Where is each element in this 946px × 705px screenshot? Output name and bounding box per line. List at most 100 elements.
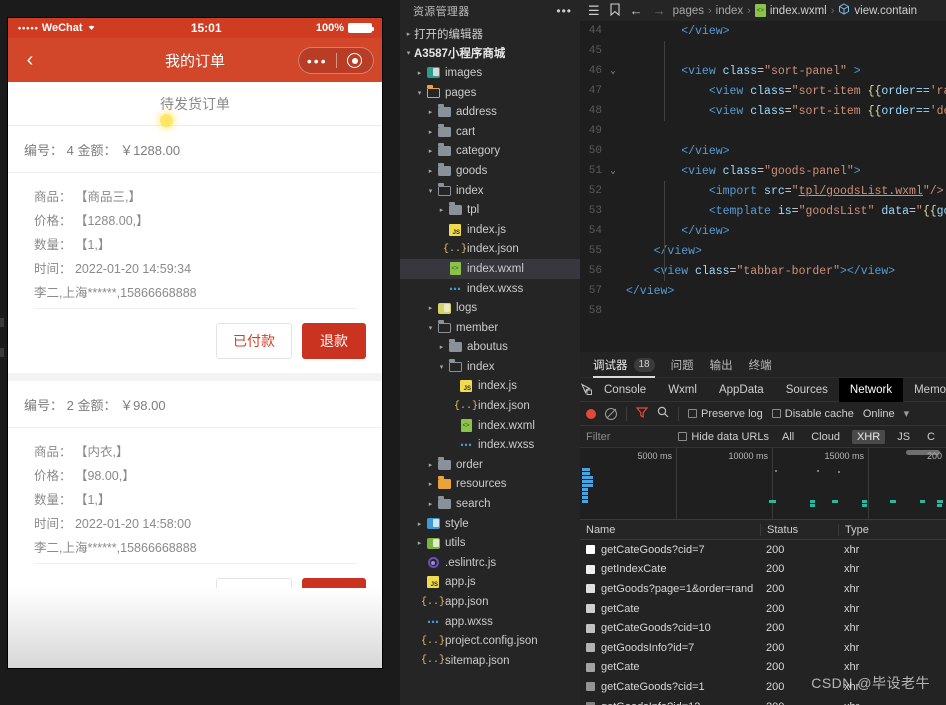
- more-dots-icon[interactable]: •••: [299, 54, 336, 68]
- chip-js[interactable]: JS: [892, 430, 915, 444]
- code-line[interactable]: 48 <view class="sort-item {{order=='desc…: [580, 101, 946, 121]
- chip-all[interactable]: All: [777, 430, 799, 444]
- tree-item-index.wxss[interactable]: ⋯ index.wxss: [400, 279, 580, 299]
- tree-item-order[interactable]: ▸ order: [400, 455, 580, 475]
- chevron-down-icon[interactable]: ▾: [414, 89, 425, 97]
- file-tree[interactable]: ▸ 打开的编辑器 ▾ A3587小程序商城 ▸ images ▾ pages ▸ address ▸…: [400, 22, 580, 671]
- chevron-right-icon[interactable]: ▸: [425, 480, 436, 488]
- tree-item-search[interactable]: ▸ search: [400, 494, 580, 514]
- tree-item-index.json[interactable]: {..} index.json: [400, 240, 580, 260]
- tree-item-index.wxss[interactable]: ⋯ index.wxss: [400, 435, 580, 455]
- tab-appdata[interactable]: AppData: [708, 378, 775, 402]
- fold-chevron-icon[interactable]: ⌄: [606, 166, 620, 176]
- code-line[interactable]: 45: [580, 41, 946, 61]
- network-request-row[interactable]: getCateGoods?cid=1 200 xhr: [580, 677, 946, 697]
- breadcrumb-symbol[interactable]: view.contain: [854, 5, 917, 17]
- breadcrumb[interactable]: ☰ ← → pages › index › <> index.wxml › vi…: [580, 0, 946, 21]
- chip-xhr[interactable]: XHR: [851, 429, 886, 444]
- tree-item-index.wxml[interactable]: <> index.wxml: [400, 259, 580, 279]
- breadcrumb-pages[interactable]: pages: [673, 5, 704, 17]
- code-line[interactable]: 49: [580, 121, 946, 141]
- tree-item-tpl[interactable]: ▸ tpl: [400, 200, 580, 220]
- chevron-down-icon[interactable]: ▾: [425, 324, 436, 332]
- column-name[interactable]: Name: [580, 524, 760, 536]
- network-timeline[interactable]: 5000 ms 10000 ms 15000 ms 200: [580, 448, 946, 520]
- tree-item-address[interactable]: ▸ address: [400, 102, 580, 122]
- chevron-right-icon[interactable]: ▸: [436, 206, 447, 214]
- network-request-row[interactable]: getGoodsInfo?id=7 200 xhr: [580, 638, 946, 658]
- code-line[interactable]: 58: [580, 301, 946, 321]
- tree-item-aboutus[interactable]: ▸ aboutus: [400, 338, 580, 358]
- chevron-right-icon[interactable]: ▸: [425, 147, 436, 155]
- close-target-icon[interactable]: [337, 53, 374, 68]
- back-icon[interactable]: ‹: [8, 38, 52, 82]
- tree-item-logs[interactable]: ▸ logs: [400, 298, 580, 318]
- tree-item-project.config.json[interactable]: {..} project.config.json: [400, 631, 580, 651]
- code-line[interactable]: 46 ⌄ <view class="sort-panel" >: [580, 61, 946, 81]
- panel-tab-调试器[interactable]: 调试器 18: [593, 352, 655, 378]
- chevron-down-icon[interactable]: ▾: [425, 187, 436, 195]
- column-status[interactable]: Status: [760, 523, 838, 536]
- order-card[interactable]: 编号： 4 金额： ￥1288.00 商品： 【商品三,】 价格： 【1288.…: [8, 114, 382, 373]
- refund-button[interactable]: 退款: [302, 323, 366, 359]
- chevron-right-icon[interactable]: ▸: [414, 520, 425, 528]
- breadcrumb-file[interactable]: index.wxml: [770, 5, 827, 17]
- tab-console[interactable]: Console: [593, 378, 657, 402]
- panel-tab-bar[interactable]: 调试器 18 问题 输出 终端: [580, 352, 946, 378]
- resource-type-chips[interactable]: All Cloud XHR JS C: [777, 429, 940, 444]
- tree-item-index.wxml[interactable]: <> index.wxml: [400, 416, 580, 436]
- chip-c[interactable]: C: [922, 430, 940, 444]
- network-filter-bar[interactable]: Filter Hide data URLs All Cloud XHR JS C: [580, 426, 946, 448]
- devtools-tab-bar[interactable]: ConsoleWxmlAppDataSourcesNetworkMemory: [580, 377, 946, 402]
- tree-item-member[interactable]: ▾ member: [400, 318, 580, 338]
- hide-data-urls-checkbox[interactable]: Hide data URLs: [678, 431, 769, 443]
- search-icon[interactable]: [657, 406, 669, 421]
- capsule-button[interactable]: •••: [298, 47, 374, 74]
- nav-back-icon[interactable]: ←: [627, 3, 646, 18]
- network-toolbar[interactable]: Preserve log Disable cache Online ▾: [580, 402, 946, 426]
- column-type[interactable]: Type: [838, 523, 946, 536]
- network-request-list[interactable]: getCateGoods?cid=7 200 xhr getIndexCate 200 x…: [580, 540, 946, 705]
- disable-cache-checkbox[interactable]: Disable cache: [771, 408, 854, 420]
- network-request-row[interactable]: getGoods?page=1&order=rand 200 xhr: [580, 579, 946, 599]
- code-line[interactable]: 47 <view class="sort-item {{order=='rand…: [580, 81, 946, 101]
- filter-input[interactable]: Filter: [586, 431, 670, 443]
- bookmark-icon[interactable]: [607, 2, 623, 19]
- more-actions-icon[interactable]: •••: [556, 4, 572, 18]
- panel-tab-终端[interactable]: 终端: [749, 352, 772, 378]
- network-request-row[interactable]: getIndexCate 200 xhr: [580, 560, 946, 580]
- code-line[interactable]: 51 ⌄ <view class="goods-panel">: [580, 161, 946, 181]
- clear-button[interactable]: [605, 407, 617, 420]
- record-button[interactable]: [586, 408, 596, 419]
- network-request-row[interactable]: getCate 200 xhr: [580, 599, 946, 619]
- chip-cloud[interactable]: Cloud: [806, 430, 845, 444]
- tab-network[interactable]: Network: [838, 377, 904, 402]
- chevron-down-icon[interactable]: ▾: [436, 363, 447, 371]
- panel-tab-问题[interactable]: 问题: [671, 352, 694, 378]
- code-line[interactable]: 44 </view>: [580, 21, 946, 41]
- menu-icon[interactable]: ☰: [585, 3, 603, 19]
- code-line[interactable]: 55 </view>: [580, 241, 946, 261]
- nav-forward-icon[interactable]: →: [650, 3, 669, 18]
- tree-item-goods[interactable]: ▸ goods: [400, 161, 580, 181]
- filter-icon[interactable]: [635, 406, 649, 421]
- preserve-log-checkbox[interactable]: Preserve log: [688, 408, 763, 420]
- chevron-right-icon[interactable]: ▸: [425, 500, 436, 508]
- tree-item-app.wxss[interactable]: ⋯ app.wxss: [400, 612, 580, 632]
- throttling-select[interactable]: Online: [863, 408, 895, 420]
- tab-sources[interactable]: Sources: [775, 378, 839, 402]
- paid-button[interactable]: 已付款: [216, 323, 292, 359]
- network-request-row[interactable]: getCate 200 xhr: [580, 658, 946, 678]
- tree-item-index.json[interactable]: {..} index.json: [400, 396, 580, 416]
- chevron-right-icon[interactable]: ▸: [436, 343, 447, 351]
- tree-item-app.json[interactable]: {..} app.json: [400, 592, 580, 612]
- tree-item-images[interactable]: ▸ images: [400, 63, 580, 83]
- tree-item-cart[interactable]: ▸ cart: [400, 122, 580, 142]
- chevron-right-icon[interactable]: ▸: [425, 108, 436, 116]
- tree-item-sitemap.json[interactable]: {..} sitemap.json: [400, 651, 580, 671]
- code-line[interactable]: 52 <import src="tpl/goodsList.wxml"/>: [580, 181, 946, 201]
- code-line[interactable]: 50 </view>: [580, 141, 946, 161]
- tree-item--[interactable]: ▸ 打开的编辑器: [400, 24, 580, 44]
- tree-item-index[interactable]: ▾ index: [400, 357, 580, 377]
- chevron-right-icon[interactable]: ▸: [425, 461, 436, 469]
